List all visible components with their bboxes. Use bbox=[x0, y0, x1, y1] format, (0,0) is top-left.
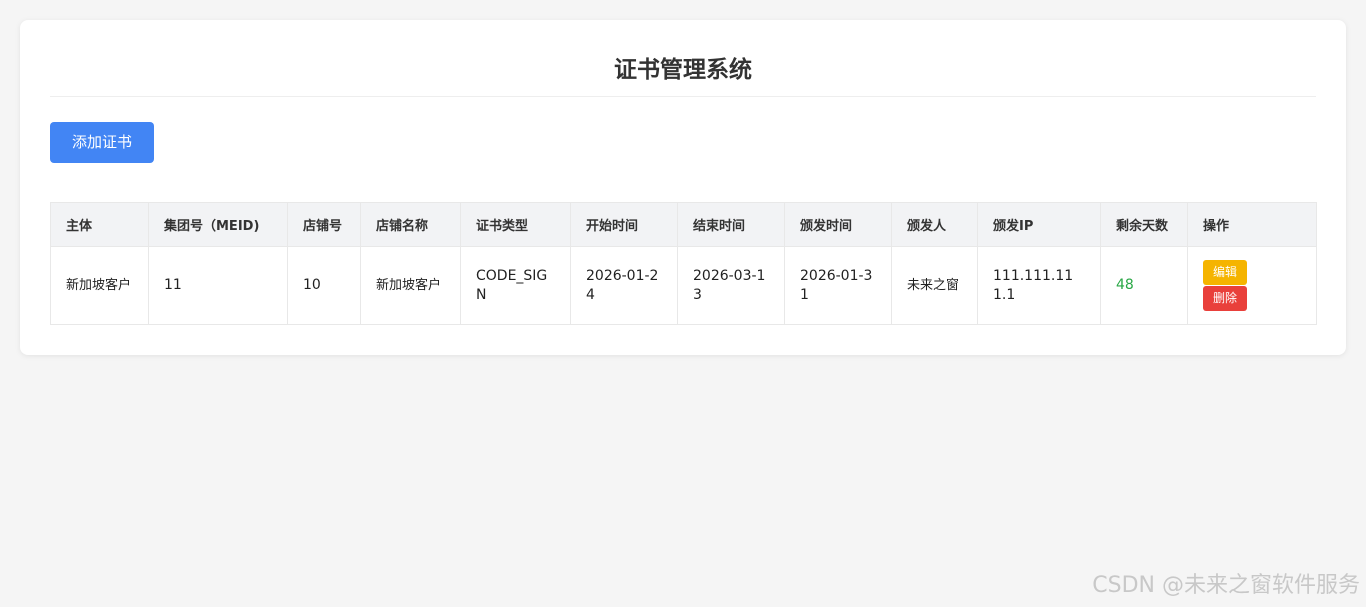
cell-end-time: 2026-03-13 bbox=[677, 246, 785, 325]
main-card: 证书管理系统 添加证书 主体 集团号（MEID) 店铺号 店铺名称 证书类型 开… bbox=[20, 20, 1346, 355]
header-issuer-ip: 颁发IP bbox=[977, 202, 1101, 247]
cell-issuer-ip: 111.111.111.1 bbox=[977, 246, 1101, 325]
page-title: 证书管理系统 bbox=[614, 56, 752, 83]
cell-issuer: 未来之窗 bbox=[891, 246, 978, 325]
header-meid: 集团号（MEID) bbox=[148, 202, 288, 247]
header-store-no: 店铺号 bbox=[287, 202, 361, 247]
edit-button[interactable]: 编辑 bbox=[1203, 260, 1247, 285]
header-issued-time: 颁发时间 bbox=[784, 202, 892, 247]
cell-store-no: 10 bbox=[287, 246, 361, 325]
cell-cert-type: CODE_SIGN bbox=[460, 246, 571, 325]
header-subject: 主体 bbox=[50, 202, 149, 247]
table-header-row: 主体 集团号（MEID) 店铺号 店铺名称 证书类型 开始时间 结束时间 颁发时… bbox=[50, 202, 1317, 247]
header-actions: 操作 bbox=[1187, 202, 1317, 247]
certificate-table: 主体 集团号（MEID) 店铺号 店铺名称 证书类型 开始时间 结束时间 颁发时… bbox=[50, 202, 1317, 325]
cell-meid: 11 bbox=[148, 246, 288, 325]
header-end-time: 结束时间 bbox=[677, 202, 785, 247]
header-remaining-days: 剩余天数 bbox=[1100, 202, 1188, 247]
header-cert-type: 证书类型 bbox=[460, 202, 571, 247]
delete-button[interactable]: 删除 bbox=[1203, 286, 1247, 311]
cell-subject: 新加坡客户 bbox=[50, 246, 149, 325]
cell-remaining-days: 48 bbox=[1100, 246, 1188, 325]
row-actions: 编辑 删除 bbox=[1203, 260, 1301, 311]
toolbar: 添加证书 bbox=[50, 97, 1316, 179]
cell-actions: 编辑 删除 bbox=[1187, 246, 1317, 325]
add-certificate-button[interactable]: 添加证书 bbox=[50, 122, 154, 163]
cell-issued-time: 2026-01-31 bbox=[784, 246, 892, 325]
table-row: 新加坡客户 11 10 新加坡客户 CODE_SIGN 2026-01-24 2… bbox=[50, 246, 1317, 325]
cell-start-time: 2026-01-24 bbox=[570, 246, 678, 325]
cell-store-name: 新加坡客户 bbox=[360, 246, 461, 325]
header-store-name: 店铺名称 bbox=[360, 202, 461, 247]
header-issuer: 颁发人 bbox=[891, 202, 978, 247]
header-start-time: 开始时间 bbox=[570, 202, 678, 247]
watermark: CSDN @未来之窗软件服务 bbox=[1092, 573, 1360, 598]
header: 证书管理系统 bbox=[50, 20, 1316, 97]
